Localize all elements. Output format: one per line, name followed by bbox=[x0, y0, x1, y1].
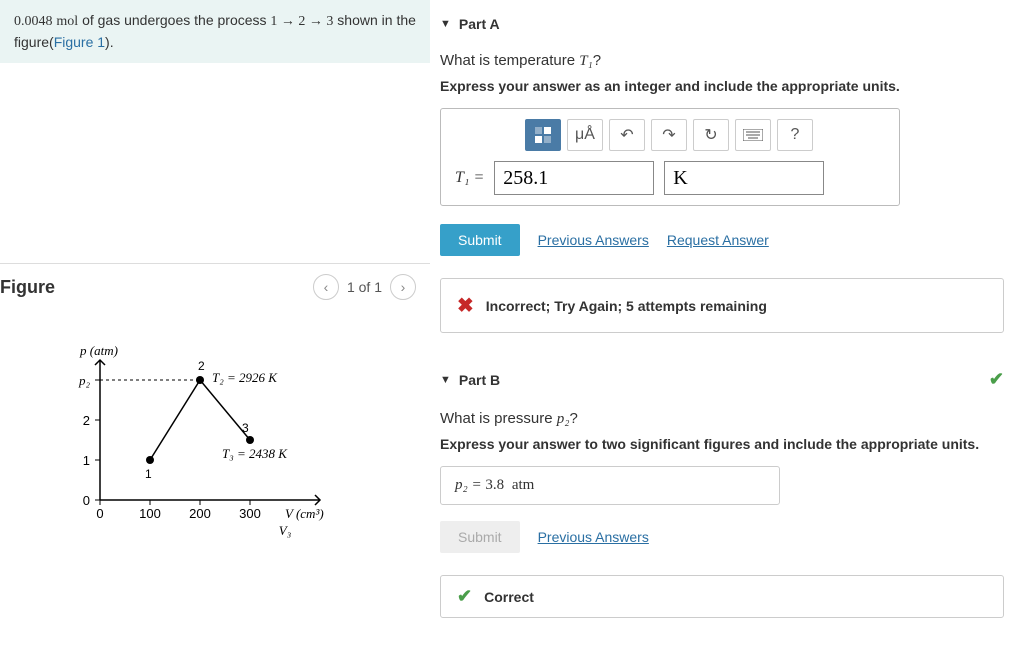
part-b-q-post: ? bbox=[569, 410, 577, 427]
part-b-unit: atm bbox=[512, 477, 535, 493]
submit-button[interactable]: Submit bbox=[440, 224, 520, 256]
part-a-actions: Submit Previous Answers Request Answer bbox=[440, 224, 1004, 256]
x-tick-0: 0 bbox=[96, 506, 103, 521]
answer-toolbar: μÅ ↶ ↷ ↻ ? bbox=[525, 119, 885, 151]
previous-answers-link[interactable]: Previous Answers bbox=[538, 232, 649, 248]
reset-button[interactable]: ↻ bbox=[693, 119, 729, 151]
part-b-q-pre: What is pressure bbox=[440, 410, 557, 427]
figure-link[interactable]: Figure 1 bbox=[54, 34, 105, 50]
collapse-icon: ▼ bbox=[440, 18, 451, 30]
previous-answers-link[interactable]: Previous Answers bbox=[538, 529, 649, 545]
y-tick-0: 0 bbox=[83, 493, 90, 508]
request-answer-link[interactable]: Request Answer bbox=[667, 232, 769, 248]
part-b-feedback: ✔ Correct bbox=[440, 575, 1004, 618]
correct-icon: ✔ bbox=[457, 586, 472, 607]
figure-body: 0 100 200 300 V₃ 0 1 2 p₂ p (atm) V (cm³… bbox=[0, 310, 430, 550]
part-a-question: What is temperature T₁? bbox=[440, 52, 1004, 70]
part-b-instruction: Express your answer to two significant f… bbox=[440, 436, 1004, 452]
submit-button-disabled: Submit bbox=[440, 521, 520, 553]
part-a-q-pre: What is temperature bbox=[440, 52, 579, 69]
fraction-tool-button[interactable] bbox=[525, 119, 561, 151]
figure-prev-button[interactable]: ‹ bbox=[313, 274, 339, 300]
part-b-var-label: p₂ = bbox=[455, 477, 485, 493]
figure-nav: ‹ 1 of 1 › bbox=[313, 274, 416, 300]
problem-statement: 0.0048 mol of gas undergoes the process … bbox=[0, 0, 430, 63]
keyboard-icon bbox=[743, 129, 763, 141]
figure-next-button[interactable]: › bbox=[390, 274, 416, 300]
part-b: ▼ Part B ✔ What is pressure p₂? Express … bbox=[440, 363, 1004, 618]
part-b-header[interactable]: ▼ Part B ✔ bbox=[440, 363, 1004, 396]
undo-button[interactable]: ↶ bbox=[609, 119, 645, 151]
problem-text-1: of gas undergoes the process bbox=[82, 12, 270, 28]
collapse-icon: ▼ bbox=[440, 374, 451, 386]
problem-mol-value: 0.0048 bbox=[14, 14, 53, 29]
help-button[interactable]: ? bbox=[777, 119, 813, 151]
part-a-var-label: T₁ = bbox=[455, 169, 484, 187]
part-a: ▼ Part A What is temperature T₁? Express… bbox=[440, 10, 1004, 333]
point-2-label: 2 bbox=[198, 359, 205, 373]
figure-header: Figure ‹ 1 of 1 › bbox=[0, 263, 430, 310]
redo-button[interactable]: ↷ bbox=[651, 119, 687, 151]
part-a-q-var: T₁ bbox=[579, 53, 593, 69]
part-b-feedback-text: Correct bbox=[484, 589, 534, 605]
y-tick-3: p₂ bbox=[78, 373, 91, 388]
point-3-annotation: T₃ = 2438 K bbox=[222, 446, 288, 461]
figure-title: Figure bbox=[0, 277, 55, 298]
part-b-title: Part B bbox=[459, 372, 500, 388]
x-axis-label: V (cm³) bbox=[285, 506, 324, 521]
x-tick-3: 300 bbox=[239, 506, 261, 521]
part-a-title: Part A bbox=[459, 16, 500, 32]
part-a-answer-box: μÅ ↶ ↷ ↻ ? T₁ = bbox=[440, 108, 900, 206]
y-tick-2: 2 bbox=[83, 413, 90, 428]
keyboard-button[interactable] bbox=[735, 119, 771, 151]
point-2-annotation: T₂ = 2926 K bbox=[212, 370, 278, 385]
part-b-check-icon: ✔ bbox=[989, 369, 1004, 390]
part-b-answer-display: p₂ = 3.8 atm bbox=[440, 466, 780, 505]
figure-nav-label: 1 of 1 bbox=[347, 279, 382, 295]
point-1-label: 1 bbox=[145, 467, 152, 481]
x-extra-tick: V₃ bbox=[279, 523, 291, 538]
part-b-actions: Submit Previous Answers bbox=[440, 521, 1004, 553]
part-a-feedback-text: Incorrect; Try Again; 5 attempts remaini… bbox=[486, 298, 767, 314]
y-axis-label: p (atm) bbox=[79, 343, 118, 358]
part-b-q-var: p₂ bbox=[557, 411, 570, 427]
problem-process: 1 → 2 → 3 bbox=[270, 14, 333, 29]
point-3-label: 3 bbox=[242, 421, 249, 435]
fraction-icon bbox=[533, 126, 553, 144]
part-b-value: 3.8 bbox=[485, 477, 504, 493]
x-tick-2: 200 bbox=[189, 506, 211, 521]
part-a-unit-input[interactable] bbox=[664, 161, 824, 195]
problem-text-3: ). bbox=[105, 34, 114, 50]
part-a-feedback: ✖ Incorrect; Try Again; 5 attempts remai… bbox=[440, 278, 1004, 333]
pv-chart: 0 100 200 300 V₃ 0 1 2 p₂ p (atm) V (cm³… bbox=[60, 340, 360, 540]
part-a-q-post: ? bbox=[593, 52, 601, 69]
y-tick-1: 1 bbox=[83, 453, 90, 468]
part-a-header[interactable]: ▼ Part A bbox=[440, 10, 1004, 38]
part-a-input-row: T₁ = bbox=[455, 161, 885, 195]
x-tick-1: 100 bbox=[139, 506, 161, 521]
part-a-instruction: Express your answer as an integer and in… bbox=[440, 78, 1004, 94]
incorrect-icon: ✖ bbox=[457, 293, 474, 318]
problem-mol-unit: mol bbox=[56, 14, 78, 29]
part-b-question: What is pressure p₂? bbox=[440, 410, 1004, 428]
part-a-value-input[interactable] bbox=[494, 161, 654, 195]
special-chars-button[interactable]: μÅ bbox=[567, 119, 603, 151]
